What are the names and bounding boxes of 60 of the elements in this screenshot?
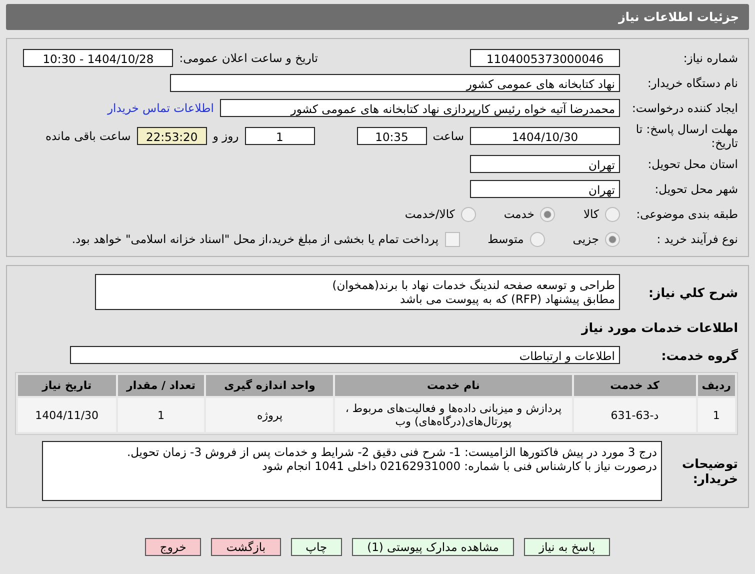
table-cell: 1 <box>118 398 204 432</box>
radio-button[interactable] <box>605 232 620 246</box>
column-header: تاریخ نیاز <box>18 375 116 396</box>
radio-button[interactable] <box>460 206 476 222</box>
days-field: 1 <box>244 127 315 145</box>
action-button[interactable]: پاسخ به نیاز <box>524 538 610 556</box>
table-cell: د-63-631 <box>574 398 696 432</box>
radio-label: خدمت <box>504 207 534 221</box>
table-cell: 1404/11/30 <box>18 398 116 432</box>
radio-button[interactable] <box>605 206 620 222</box>
action-button[interactable]: چاپ <box>290 538 342 556</box>
radio-button[interactable] <box>540 206 556 222</box>
column-header: کد خدمت <box>574 375 696 396</box>
table-cell: 1 <box>698 398 735 432</box>
field-label: شهر محل تحویل: <box>654 182 738 196</box>
field-label: تاریخ و ساعت اعلان عمومی: <box>179 51 318 65</box>
field-label: روز و <box>212 129 239 143</box>
radio-label: متوسط <box>488 232 524 246</box>
column-header: تعداد / مقدار <box>118 375 204 396</box>
service-group-field: اطلاعات و ارتباطات <box>70 346 620 364</box>
deadline-time-field: 10:35 <box>356 127 427 145</box>
field-label: شرح کلي نیاز: <box>648 284 738 300</box>
radio-button[interactable] <box>530 232 545 246</box>
field-label: ساعت باقی مانده <box>46 129 131 143</box>
requester-field: محمدرضا آتیه خواه رئیس کارپردازی نهاد کتابخانه های عمومی کشور <box>220 99 620 117</box>
section-heading: اطلاعات خدمات مورد نیاز <box>582 320 738 334</box>
field-label: طبقه بندی موضوعی: <box>635 207 738 221</box>
field-label: ایجاد کننده درخواست: <box>631 101 738 115</box>
province-field: تهران <box>470 155 620 173</box>
table-cell: پردازش و میزبانی داده‌ها و فعالیت‌های مربوط ، پورتال‌های(درگاه‌های) وب <box>335 398 572 432</box>
deadline-date-field: 1404/10/30 <box>470 127 620 145</box>
field-label: ساعت <box>432 129 464 143</box>
column-header: واحد اندازه گیری <box>206 375 334 396</box>
field-label: مهلت ارسال پاسخ: تا تاریخ: <box>634 122 738 150</box>
radio-label: کالا/خدمت <box>404 207 455 221</box>
checkbox-label: پرداخت تمام یا بخشی از مبلغ خرید،از محل "اسناد خزانه اسلامی" خواهد بود. <box>72 232 439 246</box>
table-cell: پروژه <box>206 398 334 432</box>
buyer-contact-link[interactable]: اطلاعات تماس خریدار <box>107 101 214 115</box>
remaining-time-field: 22:53:20 <box>136 127 207 145</box>
buyer-org-field: نهاد کتابخانه های عمومی کشور <box>170 74 620 92</box>
need-number-field: 1104005373000046 <box>470 49 620 67</box>
description-box: طراحی و توسعه صفحه لندینگ خدمات نهاد با برند(همخوان) مطابق پیشنهاد (RFP) که به پیوست می باشد <box>95 274 620 310</box>
column-header: نام خدمت <box>335 375 572 396</box>
field-label: گروه خدمت: <box>660 348 738 362</box>
field-label: شماره نیاز: <box>682 51 738 65</box>
radio-label: جزیی <box>572 232 599 246</box>
radio-label: کالا <box>583 207 599 221</box>
city-field: تهران <box>470 180 620 198</box>
field-label: استان محل تحویل: <box>646 157 738 171</box>
action-button[interactable]: مشاهده مدارک پیوستی (1) <box>352 538 514 556</box>
action-button[interactable]: بازگشت <box>211 538 281 556</box>
column-header: ردیف <box>698 375 735 396</box>
action-button[interactable]: خروج <box>144 538 202 556</box>
checkbox[interactable] <box>444 232 460 246</box>
field-label: نام دستگاه خریدار: <box>646 76 738 90</box>
window-title: جزئیات اطلاعات نیاز <box>6 4 749 30</box>
announce-date-field: 1404/10/28 - 10:30 <box>23 49 174 67</box>
buyer-notes-box: درج 3 مورد در پیش فاکتورها الزامیست: 1- شرح فنی دقیق 2- شرایط و خدمات پس از فروش 3- زمان تحویل. درصورت نیاز با کارشناس فنی با شماره: 02162931000 داخلی 1041 انجام شود <box>42 441 662 501</box>
field-label: نوع فرآیند خرید : <box>656 232 738 246</box>
field-label: توضیحات خریدار: <box>681 456 738 486</box>
